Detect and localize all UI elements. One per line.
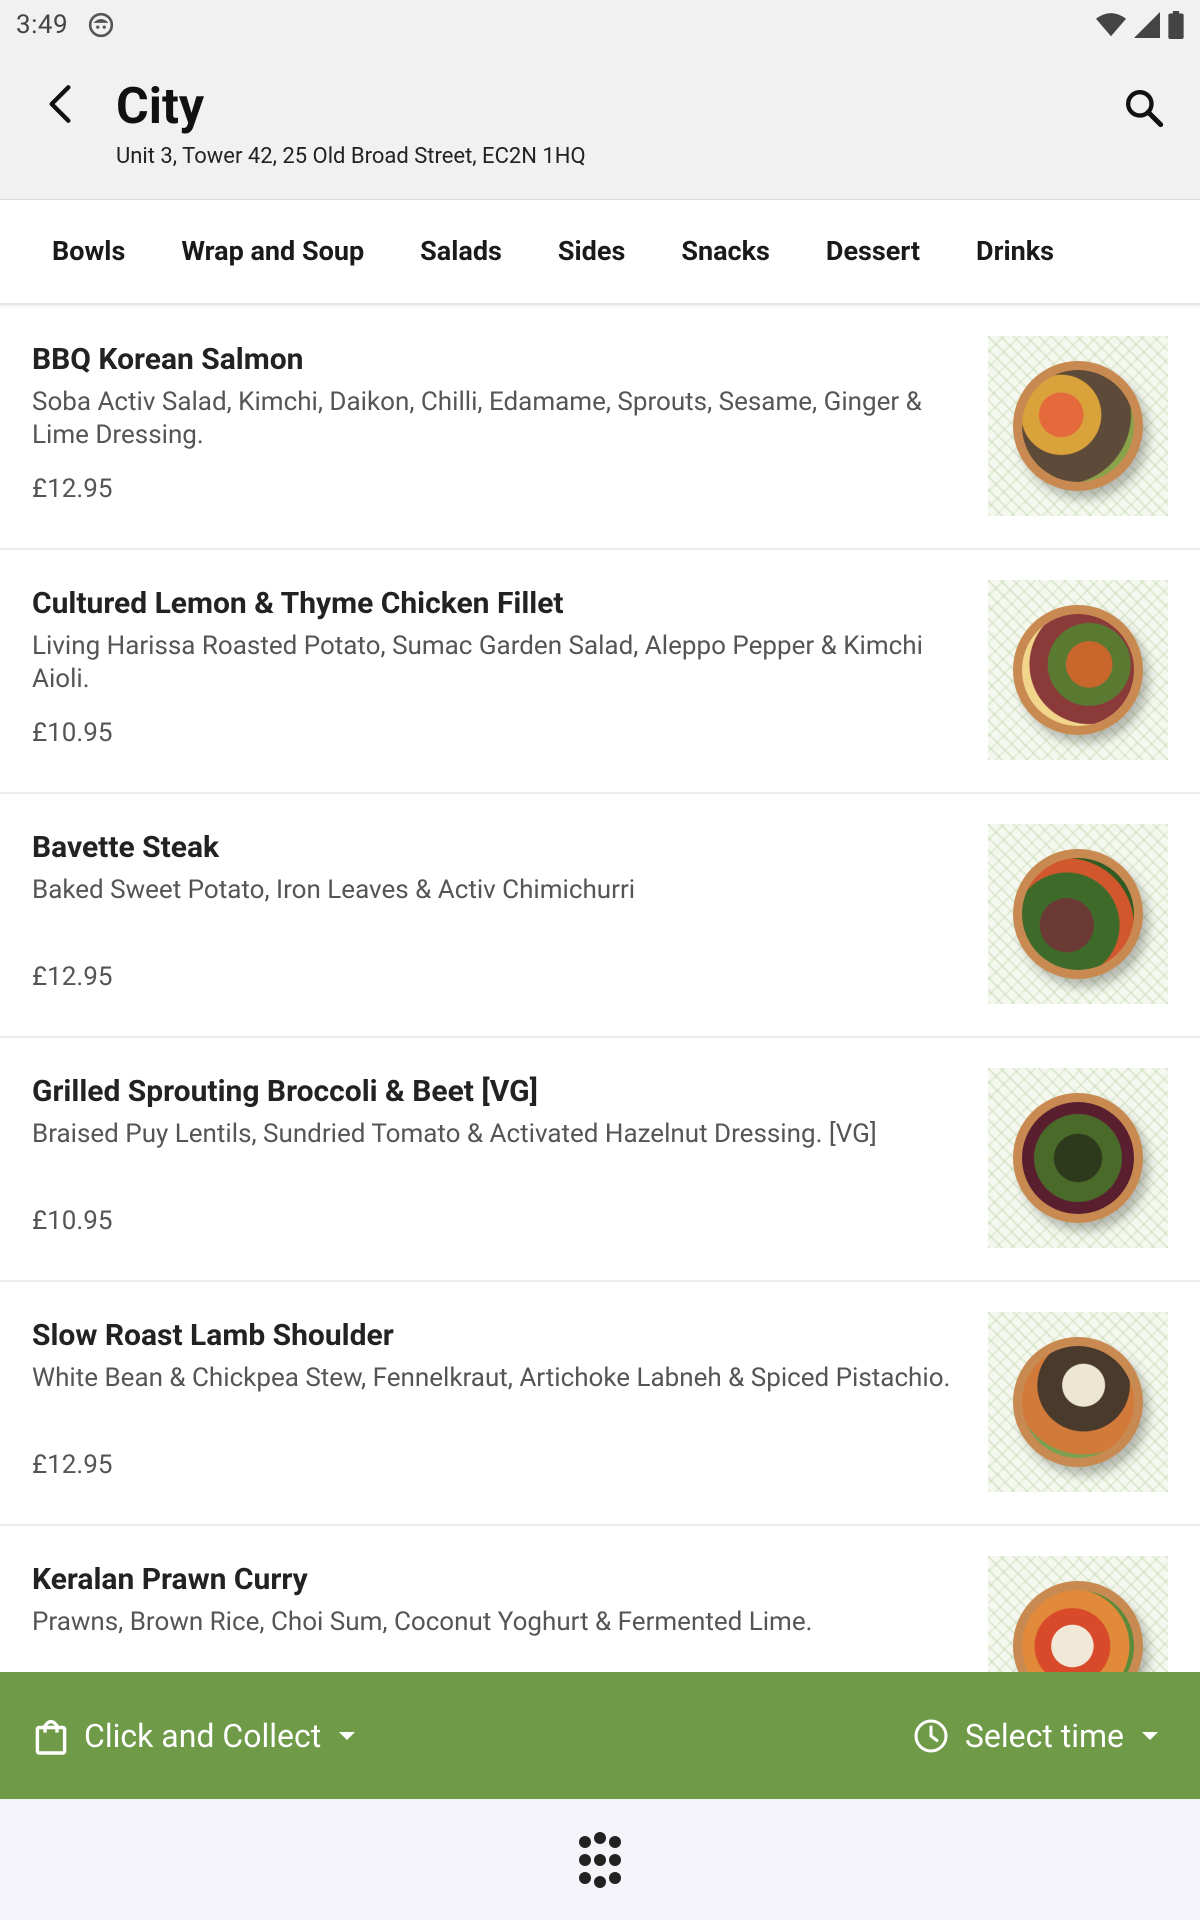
- menu-item-name: Grilled Sprouting Broccoli & Beet [VG]: [32, 1074, 538, 1109]
- select-time-dropdown[interactable]: Select time: [913, 1672, 1160, 1799]
- menu-item-image: [988, 580, 1168, 760]
- shopping-bag-icon: [35, 1719, 67, 1755]
- menu-item-price: £10.95: [32, 718, 113, 748]
- menu-item-name: Cultured Lemon & Thyme Chicken Fillet: [32, 586, 564, 621]
- app-bar: City Unit 3, Tower 42, 25 Old Broad Stre…: [0, 50, 1200, 200]
- tab-drinks[interactable]: Drinks: [948, 199, 1082, 304]
- caret-down-icon: [339, 1731, 356, 1740]
- menu-item-name: Keralan Prawn Curry: [32, 1562, 308, 1597]
- page-title: City: [116, 78, 205, 136]
- menu-item-price: £12.95: [32, 474, 113, 504]
- store-address: Unit 3, Tower 42, 25 Old Broad Street, E…: [116, 144, 586, 169]
- fulfilment-mode-label: Click and Collect: [84, 1716, 322, 1755]
- menu-item-name: BBQ Korean Salmon: [32, 342, 304, 377]
- battery-icon: [1168, 11, 1184, 39]
- arrow-back-icon: [49, 85, 71, 123]
- menu-item-image: [988, 1068, 1168, 1248]
- fulfilment-mode-dropdown[interactable]: Click and Collect: [34, 1672, 357, 1799]
- category-tabs: Bowls Wrap and Soup Salads Sides Snacks …: [0, 200, 1200, 305]
- system-navigation-bar: [0, 1799, 1200, 1920]
- menu-item-image: [988, 336, 1168, 516]
- menu-item[interactable]: Slow Roast Lamb Shoulder White Bean & Ch…: [0, 1282, 1200, 1526]
- caret-down-icon: [1142, 1731, 1158, 1740]
- menu-item-name: Slow Roast Lamb Shoulder: [32, 1318, 394, 1353]
- back-button[interactable]: [38, 82, 82, 126]
- menu-item-image: [988, 1312, 1168, 1492]
- notification-face-icon: [89, 12, 114, 38]
- tab-sides[interactable]: Sides: [530, 199, 653, 304]
- order-options-bar: Click and Collect Select time: [0, 1672, 1200, 1799]
- menu-item-price: £12.95: [32, 1450, 113, 1480]
- menu-item-price: £10.95: [32, 1206, 113, 1236]
- menu-item[interactable]: BBQ Korean Salmon Soba Activ Salad, Kimc…: [0, 306, 1200, 550]
- tab-salads[interactable]: Salads: [392, 199, 530, 304]
- menu-item[interactable]: Cultured Lemon & Thyme Chicken Fillet Li…: [0, 550, 1200, 794]
- search-button[interactable]: [1120, 84, 1168, 132]
- menu-item[interactable]: Bavette Steak Baked Sweet Potato, Iron L…: [0, 794, 1200, 1038]
- clock-icon: [914, 1719, 948, 1752]
- status-time: 3:49: [16, 10, 69, 40]
- menu-item-price: £12.95: [32, 962, 113, 992]
- menu-item-description: Braised Puy Lentils, Sundried Tomato & A…: [32, 1119, 877, 1149]
- menu-item-name: Bavette Steak: [32, 830, 220, 865]
- tab-dessert[interactable]: Dessert: [798, 199, 948, 304]
- menu-item-description: Prawns, Brown Rice, Choi Sum, Coconut Yo…: [32, 1607, 813, 1637]
- status-icons: [1096, 11, 1184, 39]
- menu-item-image: [988, 824, 1168, 1004]
- menu-item[interactable]: Keralan Prawn Curry Prawns, Brown Rice, …: [0, 1526, 1200, 1672]
- menu-item-description: Living Harissa Roasted Potato, Sumac Gar…: [32, 631, 923, 694]
- tab-bowls[interactable]: Bowls: [24, 199, 153, 304]
- menu-item-image: [988, 1556, 1168, 1672]
- select-time-label: Select time: [964, 1716, 1124, 1755]
- menu-item-description: Soba Activ Salad, Kimchi, Daikon, Chilli…: [32, 387, 922, 450]
- menu-item-description: White Bean & Chickpea Stew, Fennelkraut,…: [32, 1363, 951, 1393]
- tab-snacks[interactable]: Snacks: [653, 199, 798, 304]
- tab-wrap-and-soup[interactable]: Wrap and Soup: [153, 199, 392, 304]
- menu-item-description: Baked Sweet Potato, Iron Leaves & Activ …: [32, 875, 636, 905]
- search-icon: [1126, 90, 1164, 128]
- menu-list: BBQ Korean Salmon Soba Activ Salad, Kimc…: [0, 306, 1200, 1672]
- signal-icon: [1134, 12, 1160, 38]
- wifi-icon: [1096, 13, 1126, 37]
- menu-item[interactable]: Grilled Sprouting Broccoli & Beet [VG] B…: [0, 1038, 1200, 1282]
- app-drawer-icon[interactable]: [570, 1830, 630, 1890]
- status-bar: 3:49: [0, 0, 1200, 50]
